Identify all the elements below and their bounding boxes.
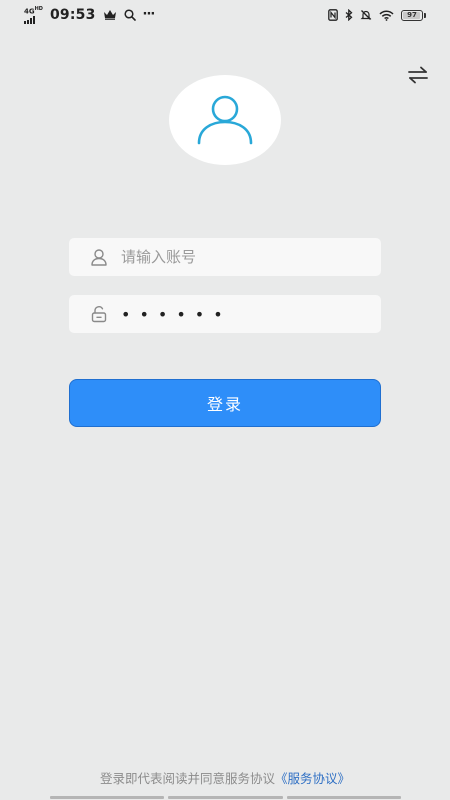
battery-tip <box>424 12 426 18</box>
nav-segment-left[interactable] <box>50 796 165 799</box>
switch-account-button[interactable] <box>406 64 430 86</box>
agreement-prefix: 登录即代表阅读并同意服务协议 <box>99 771 275 786</box>
network-sub-label: HD <box>34 6 43 13</box>
status-bar: 4GHD 09:53 ··· 97 <box>0 0 450 30</box>
status-time: 09:53 <box>49 6 96 23</box>
bell-off-icon <box>360 9 372 21</box>
status-left: 4GHD 09:53 ··· <box>24 6 156 24</box>
lock-icon <box>89 304 109 324</box>
user-icon <box>89 247 109 267</box>
password-field[interactable]: •••••• <box>69 295 381 333</box>
network-label: 4G <box>24 7 35 16</box>
nav-segment-center[interactable] <box>168 796 283 799</box>
password-input[interactable]: •••••• <box>121 305 232 324</box>
signal-bars-icon <box>24 15 35 24</box>
search-icon <box>123 9 136 21</box>
battery-icon: 97 <box>401 9 423 21</box>
avatar <box>169 75 281 165</box>
status-right: 97 <box>328 9 426 21</box>
cellular-signal: 4GHD <box>24 6 43 24</box>
bluetooth-icon <box>345 9 353 21</box>
more-indicator: ··· <box>142 7 156 23</box>
nfc-icon <box>328 9 338 21</box>
battery-level: 97 <box>407 10 417 19</box>
navigation-bar <box>50 796 401 799</box>
crown-icon <box>103 9 117 21</box>
service-agreement-link[interactable]: 《服务协议》 <box>275 771 350 786</box>
battery-indicator: 97 <box>401 9 426 21</box>
wifi-icon <box>379 9 394 21</box>
user-icon <box>197 95 253 145</box>
network-type: 4GHD <box>24 6 43 15</box>
login-button[interactable]: 登录 <box>69 379 381 427</box>
swap-arrows-icon <box>408 66 428 84</box>
account-input[interactable] <box>121 248 371 266</box>
agreement-text: 登录即代表阅读并同意服务协议《服务协议》 <box>0 768 450 787</box>
account-field[interactable] <box>69 238 381 276</box>
nav-segment-right[interactable] <box>286 796 401 799</box>
